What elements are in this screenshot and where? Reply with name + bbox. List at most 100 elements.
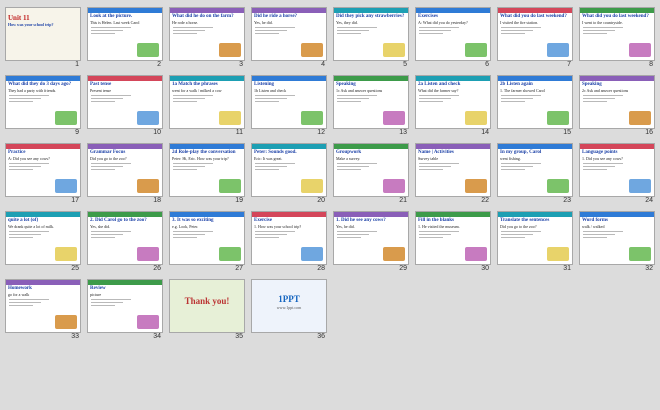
slide-thumbnail[interactable]: 2b Listen again 1. The farmer showed Caro… xyxy=(497,75,573,129)
slide-thumbnail-cell[interactable]: quite a lot (of) We drank quite a lot of … xyxy=(2,208,82,274)
slide-thumbnail-cell[interactable]: 2. Did Carol go to the zoo? Yes, she did.… xyxy=(84,208,164,274)
slide-thumbnail-cell[interactable]: What did they do 3 days ago? They had a p… xyxy=(2,72,82,138)
slide-text-line xyxy=(255,231,295,232)
slide-thumbnail[interactable]: Fill in the blanks 1. He visited the muse… xyxy=(415,211,491,265)
slide-thumbnail-cell[interactable]: What did you do last weekend? I visited t… xyxy=(494,4,574,70)
slide-thumbnail-cell[interactable]: Review picture 34 xyxy=(84,276,164,342)
slide-text-line xyxy=(91,231,131,232)
slide-thumbnail[interactable]: Peter: Sounds good. Eric: It was great. xyxy=(251,143,327,197)
slide-thumbnail[interactable]: What did you do last weekend? I went to t… xyxy=(579,7,655,61)
slide-thumbnail-cell[interactable]: 1PPT www.1ppt.com 36 xyxy=(248,276,328,342)
slide-title: 2d Role-play the conversation xyxy=(172,150,236,155)
slide-thumbnail-cell[interactable]: Grammar Focus Did you go to the zoo? 18 xyxy=(84,140,164,206)
slide-thumbnail[interactable]: Word forms walk / walked xyxy=(579,211,655,265)
slide-subtitle: What did the farmer say? xyxy=(418,88,459,93)
slide-thumbnail[interactable]: quite a lot (of) We drank quite a lot of … xyxy=(5,211,81,265)
slide-thumbnail[interactable]: Thank you! xyxy=(169,279,245,333)
slide-thumbnail[interactable]: Exercises A: What did you do yesterday? xyxy=(415,7,491,61)
slide-thumbnail-cell[interactable]: Unit 11 How was your school trip? 1 xyxy=(2,4,82,70)
slide-text-line xyxy=(255,166,287,167)
slide-text-line xyxy=(337,169,361,170)
slide-thumbnail[interactable]: 2a Listen and check What did the farmer s… xyxy=(415,75,491,129)
slide-thumbnail[interactable]: 1a Match the phrases went for a walk / mi… xyxy=(169,75,245,129)
slide-number: 16 xyxy=(645,129,653,136)
slide-number: 31 xyxy=(563,265,571,272)
slide-number: 36 xyxy=(317,333,325,340)
slide-thumbnail-cell[interactable]: 2a Listen and check What did the farmer s… xyxy=(412,72,492,138)
slide-thumbnail[interactable]: Review picture xyxy=(87,279,163,333)
slide-thumbnail[interactable]: 2. Did Carol go to the zoo? Yes, she did. xyxy=(87,211,163,265)
slide-thumbnail[interactable]: Speaking 2c Ask and answer questions xyxy=(579,75,655,129)
slide-thumbnail-cell[interactable]: Practice A: Did you see any cows? 17 xyxy=(2,140,82,206)
slide-thumbnail[interactable]: 3. It was so exciting e.g. Look, Peter. xyxy=(169,211,245,265)
slide-thumbnail-cell[interactable]: Language points 1. Did you see any cows? 2… xyxy=(576,140,656,206)
slide-thumbnail-cell[interactable]: 1. Did he see any cows? Yes, he did. 29 xyxy=(330,208,410,274)
slide-thumbnail[interactable]: What did he do on the farm? He rode a hor… xyxy=(169,7,245,61)
slide-thumbnail[interactable]: 2d Role-play the conversation Peter: Hi, … xyxy=(169,143,245,197)
slide-picture-icon xyxy=(137,111,159,125)
slide-thumbnail[interactable]: Speaking 1c Ask and answer questions xyxy=(333,75,409,129)
slide-thumbnail[interactable]: Exercise 1. How was your school trip? xyxy=(251,211,327,265)
slide-picture-icon xyxy=(137,43,159,57)
slide-title: Unit 11 xyxy=(8,14,30,22)
slide-thumbnail[interactable]: Did he ride a horse? Yes, he did. xyxy=(251,7,327,61)
slide-thumbnail-cell[interactable]: Exercise 1. How was your school trip? 28 xyxy=(248,208,328,274)
slide-thumbnail-cell[interactable]: 2d Role-play the conversation Peter: Hi, … xyxy=(166,140,246,206)
slide-thumbnail-cell[interactable]: 1a Match the phrases went for a walk / mi… xyxy=(166,72,246,138)
slide-thumbnail[interactable]: Past tense Present tense xyxy=(87,75,163,129)
slide-thumbnail-cell[interactable]: Word forms walk / walked 32 xyxy=(576,208,656,274)
slide-text-line xyxy=(9,299,49,300)
slide-thumbnail-cell[interactable]: Speaking 2c Ask and answer questions 16 xyxy=(576,72,656,138)
slide-thumbnail-cell[interactable]: Speaking 1c Ask and answer questions 13 xyxy=(330,72,410,138)
slide-thumbnail-cell[interactable]: Past tense Present tense 10 xyxy=(84,72,164,138)
slide-number: 27 xyxy=(235,265,243,272)
slide-thumbnail-cell[interactable]: What did he do on the farm? He rode a hor… xyxy=(166,4,246,70)
slide-thumbnail-cell[interactable]: Did they pick any strawberries? Yes, they… xyxy=(330,4,410,70)
slide-subtitle: This is Helen. Last week Carol xyxy=(90,20,140,25)
slide-text-line xyxy=(91,163,131,164)
slide-thumbnail-cell[interactable]: In my group, Carol went fishing. 23 xyxy=(494,140,574,206)
slide-thumbnail-cell[interactable]: Exercises A: What did you do yesterday? 6 xyxy=(412,4,492,70)
slide-thumbnail-cell[interactable]: Thank you! 35 xyxy=(166,276,246,342)
slide-thumbnail[interactable]: 1. Did he see any cows? Yes, he did. xyxy=(333,211,409,265)
slide-thumbnail-cell[interactable]: Groupwork Make a survey. 21 xyxy=(330,140,410,206)
slide-thumbnail-cell[interactable]: 2b Listen again 1. The farmer showed Caro… xyxy=(494,72,574,138)
slide-number: 22 xyxy=(481,197,489,204)
slide-number: 6 xyxy=(485,61,489,68)
slide-thumbnail-cell[interactable]: Fill in the blanks 1. He visited the muse… xyxy=(412,208,492,274)
slide-thumbnail-cell[interactable]: Look at the picture. This is Helen. Last … xyxy=(84,4,164,70)
slide-text-line xyxy=(255,101,279,102)
slide-thumbnail[interactable]: Grammar Focus Did you go to the zoo? xyxy=(87,143,163,197)
slide-thumbnail-cell[interactable]: Peter: Sounds good. Eric: It was great. 20 xyxy=(248,140,328,206)
slide-title: Language points xyxy=(582,150,618,155)
slide-thumbnail[interactable]: Name | Activities Survey table xyxy=(415,143,491,197)
slide-thumbnail[interactable]: Translate the sentences Did you go to the… xyxy=(497,211,573,265)
slide-thumbnail[interactable]: In my group, Carol went fishing. xyxy=(497,143,573,197)
slide-thumbnail-cell[interactable]: Name | Activities Survey table 22 xyxy=(412,140,492,206)
slide-text-line xyxy=(255,33,279,34)
slide-thumbnail[interactable]: Language points 1. Did you see any cows? xyxy=(579,143,655,197)
slide-thumbnail[interactable]: 1PPT www.1ppt.com xyxy=(251,279,327,333)
slide-picture-icon xyxy=(301,111,323,125)
slide-thumbnail[interactable]: Practice A: Did you see any cows? xyxy=(5,143,81,197)
slide-thumbnail-cell[interactable]: Did he ride a horse? Yes, he did. 4 xyxy=(248,4,328,70)
slide-text-line xyxy=(583,101,607,102)
slide-text-line xyxy=(583,30,615,31)
slide-thumbnail[interactable]: Unit 11 How was your school trip? xyxy=(5,7,81,61)
slide-text-line xyxy=(173,30,205,31)
slide-picture-icon xyxy=(465,111,487,125)
slide-thumbnail-cell[interactable]: Listening 1b Listen and check 12 xyxy=(248,72,328,138)
slide-text-line xyxy=(501,166,533,167)
slide-thumbnail[interactable]: Look at the picture. This is Helen. Last … xyxy=(87,7,163,61)
slide-thumbnail[interactable]: What did they do 3 days ago? They had a p… xyxy=(5,75,81,129)
slide-thumbnail-cell[interactable]: 3. It was so exciting e.g. Look, Peter. 27 xyxy=(166,208,246,274)
slide-thumbnail-cell[interactable]: Homework go for a walk 33 xyxy=(2,276,82,342)
slide-thumbnail[interactable]: Listening 1b Listen and check xyxy=(251,75,327,129)
slide-thumbnail[interactable]: Homework go for a walk xyxy=(5,279,81,333)
slide-thumbnail[interactable]: What did you do last weekend? I visited t… xyxy=(497,7,573,61)
slide-thumbnail-cell[interactable]: Translate the sentences Did you go to the… xyxy=(494,208,574,274)
slide-thumbnail[interactable]: Did they pick any strawberries? Yes, they… xyxy=(333,7,409,61)
slide-thumbnail-cell[interactable]: What did you do last weekend? I went to t… xyxy=(576,4,656,70)
slide-text-line xyxy=(173,169,197,170)
slide-thumbnail[interactable]: Groupwork Make a survey. xyxy=(333,143,409,197)
